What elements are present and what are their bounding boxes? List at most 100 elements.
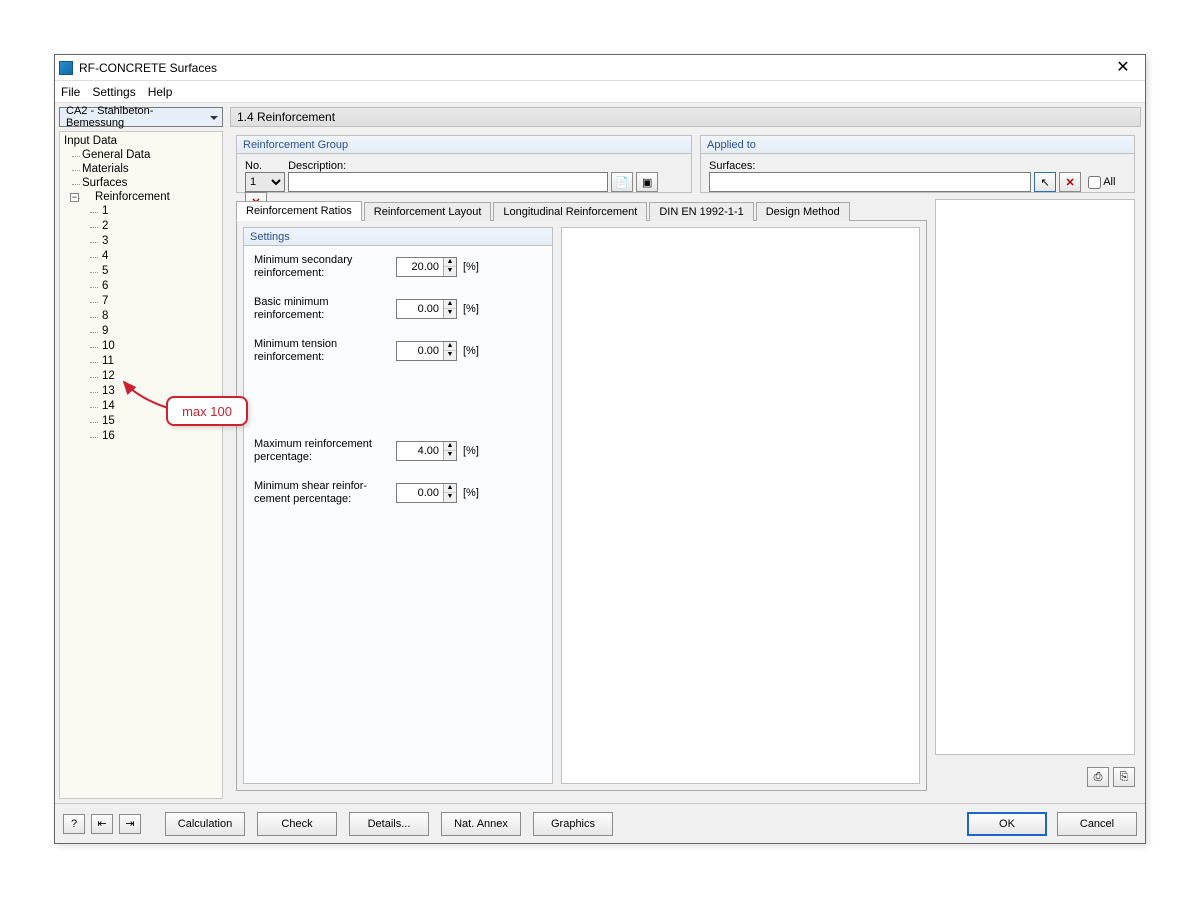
window-title: RF-CONCRETE Surfaces <box>79 61 1105 75</box>
setting-label: Minimum secondary reinforcement: <box>254 254 396 280</box>
tab-reinforcement-layout[interactable]: Reinforcement Layout <box>364 202 492 221</box>
value-spinner[interactable]: ▲▼ <box>396 257 457 277</box>
copy-group-button[interactable]: ▣ <box>636 172 658 192</box>
value-spinner[interactable]: ▲▼ <box>396 441 457 461</box>
tree-reinforcement-label: Reinforcement <box>95 191 170 203</box>
tree-reinforcement-4[interactable]: 4 <box>60 249 222 264</box>
tree-materials[interactable]: Materials <box>60 162 222 176</box>
all-surfaces-checkbox[interactable] <box>1088 176 1101 189</box>
nav-tree[interactable]: Input Data General Data Materials Surfac… <box>59 131 223 799</box>
details--button[interactable]: Details... <box>349 812 429 836</box>
unit-label: [%] <box>463 487 479 499</box>
tree-reinforcement-3[interactable]: 3 <box>60 234 222 249</box>
spin-down-icon[interactable]: ▼ <box>444 493 456 502</box>
tool-button-1[interactable]: ⎙ <box>1087 767 1109 787</box>
spin-up-icon[interactable]: ▲ <box>444 442 456 451</box>
unit-label: [%] <box>463 303 479 315</box>
tab-strip: Reinforcement Ratios Reinforcement Layou… <box>236 199 927 221</box>
unit-label: [%] <box>463 261 479 273</box>
clear-surfaces-button[interactable]: ✕ <box>1059 172 1081 192</box>
tree-reinforcement-6[interactable]: 6 <box>60 279 222 294</box>
group-no-select[interactable]: 1 <box>245 172 285 192</box>
spin-up-icon[interactable]: ▲ <box>444 258 456 267</box>
tabs-container: Reinforcement Ratios Reinforcement Layou… <box>236 199 927 791</box>
unit-label: [%] <box>463 445 479 457</box>
tab-longitudinal-reinforcement[interactable]: Longitudinal Reinforcement <box>493 202 647 221</box>
tree-general-data[interactable]: General Data <box>60 148 222 162</box>
tree-reinforcement-12[interactable]: 12 <box>60 369 222 384</box>
tab-design-method[interactable]: Design Method <box>756 202 850 221</box>
all-surfaces-label: All <box>1103 176 1115 188</box>
surfaces-input[interactable] <box>709 172 1031 192</box>
nat-annex-button[interactable]: Nat. Annex <box>441 812 521 836</box>
content-header: 1.4 Reinforcement <box>230 107 1141 127</box>
spin-up-icon[interactable]: ▲ <box>444 300 456 309</box>
tree-reinforcement-7[interactable]: 7 <box>60 294 222 309</box>
tree-reinforcement-16[interactable]: 16 <box>60 429 222 444</box>
cancel-button[interactable]: Cancel <box>1057 812 1137 836</box>
setting-label: Minimum tension reinforcement: <box>254 338 396 364</box>
footer: ? ⇤ ⇥ Calculation Check Details... Nat. Ann… <box>55 803 1145 843</box>
info-pane <box>935 199 1135 755</box>
menu-file[interactable]: File <box>61 85 80 99</box>
tree-reinforcement-1[interactable]: 1 <box>60 204 222 219</box>
menu-settings[interactable]: Settings <box>92 85 135 99</box>
graphics-button[interactable]: Graphics <box>533 812 613 836</box>
case-selector[interactable]: CA2 - Stahlbeton-Bemessung <box>59 107 223 127</box>
spin-up-icon[interactable]: ▲ <box>444 484 456 493</box>
tree-reinforcement-5[interactable]: 5 <box>60 264 222 279</box>
ok-button[interactable]: OK <box>967 812 1047 836</box>
spin-down-icon[interactable]: ▼ <box>444 267 456 276</box>
app-window: RF-CONCRETE Surfaces ✕ File Settings Hel… <box>54 54 1146 844</box>
tree-reinforcement-10[interactable]: 10 <box>60 339 222 354</box>
spin-down-icon[interactable]: ▼ <box>444 309 456 318</box>
tree-reinforcement-11[interactable]: 11 <box>60 354 222 369</box>
tree-reinforcement-9[interactable]: 9 <box>60 324 222 339</box>
close-button[interactable]: ✕ <box>1105 57 1141 79</box>
setting-label: Basic minimum reinforcement: <box>254 296 396 322</box>
menu-help[interactable]: Help <box>148 85 173 99</box>
app-icon <box>59 61 73 75</box>
spin-down-icon[interactable]: ▼ <box>444 351 456 360</box>
check-button[interactable]: Check <box>257 812 337 836</box>
tree-reinforcement-2[interactable]: 2 <box>60 219 222 234</box>
calculation-button[interactable]: Calculation <box>165 812 245 836</box>
description-input[interactable] <box>288 172 608 192</box>
reinforcement-group-box: Reinforcement Group No. Description: 1 📄… <box>236 135 692 193</box>
next-button[interactable]: ⇥ <box>119 814 141 834</box>
prev-button[interactable]: ⇤ <box>91 814 113 834</box>
value-input[interactable] <box>397 342 443 360</box>
description-label: Description: <box>288 160 346 172</box>
spin-up-icon[interactable]: ▲ <box>444 342 456 351</box>
tab-reinforcement-ratios[interactable]: Reinforcement Ratios <box>236 201 362 221</box>
reinforcement-group-title: Reinforcement Group <box>237 136 691 154</box>
setting-label: Maximum reinforcement percentage: <box>254 438 396 464</box>
value-spinner[interactable]: ▲▼ <box>396 483 457 503</box>
pick-surfaces-button[interactable]: ↖ <box>1034 172 1056 192</box>
settings-panel: Settings Minimum secondary reinforcement… <box>243 227 553 784</box>
tree-reinforcement[interactable]: − Reinforcement <box>60 190 222 204</box>
value-spinner[interactable]: ▲▼ <box>396 341 457 361</box>
tool-button-2[interactable]: ⎘ <box>1113 767 1135 787</box>
value-spinner[interactable]: ▲▼ <box>396 299 457 319</box>
value-input[interactable] <box>397 258 443 276</box>
spin-down-icon[interactable]: ▼ <box>444 451 456 460</box>
tree-root[interactable]: Input Data <box>60 134 222 148</box>
collapse-icon[interactable]: − <box>70 193 79 202</box>
menubar: File Settings Help <box>55 81 1145 103</box>
value-input[interactable] <box>397 442 443 460</box>
value-input[interactable] <box>397 484 443 502</box>
no-label: No. <box>245 160 285 172</box>
value-input[interactable] <box>397 300 443 318</box>
case-selector-value: CA2 - Stahlbeton-Bemessung <box>66 105 208 129</box>
right-tools: ⎙ ⎘ <box>1087 767 1135 787</box>
tab-din-en-1992-1-1[interactable]: DIN EN 1992-1-1 <box>649 202 753 221</box>
tree-surfaces[interactable]: Surfaces <box>60 176 222 190</box>
annotation-callout: max 100 <box>166 396 248 426</box>
content-header-label: 1.4 Reinforcement <box>237 110 335 124</box>
tree-reinforcement-8[interactable]: 8 <box>60 309 222 324</box>
new-group-button[interactable]: 📄 <box>611 172 633 192</box>
applied-to-box: Applied to Surfaces: ↖ ✕ All <box>700 135 1135 193</box>
settings-title: Settings <box>244 228 552 246</box>
help-button[interactable]: ? <box>63 814 85 834</box>
